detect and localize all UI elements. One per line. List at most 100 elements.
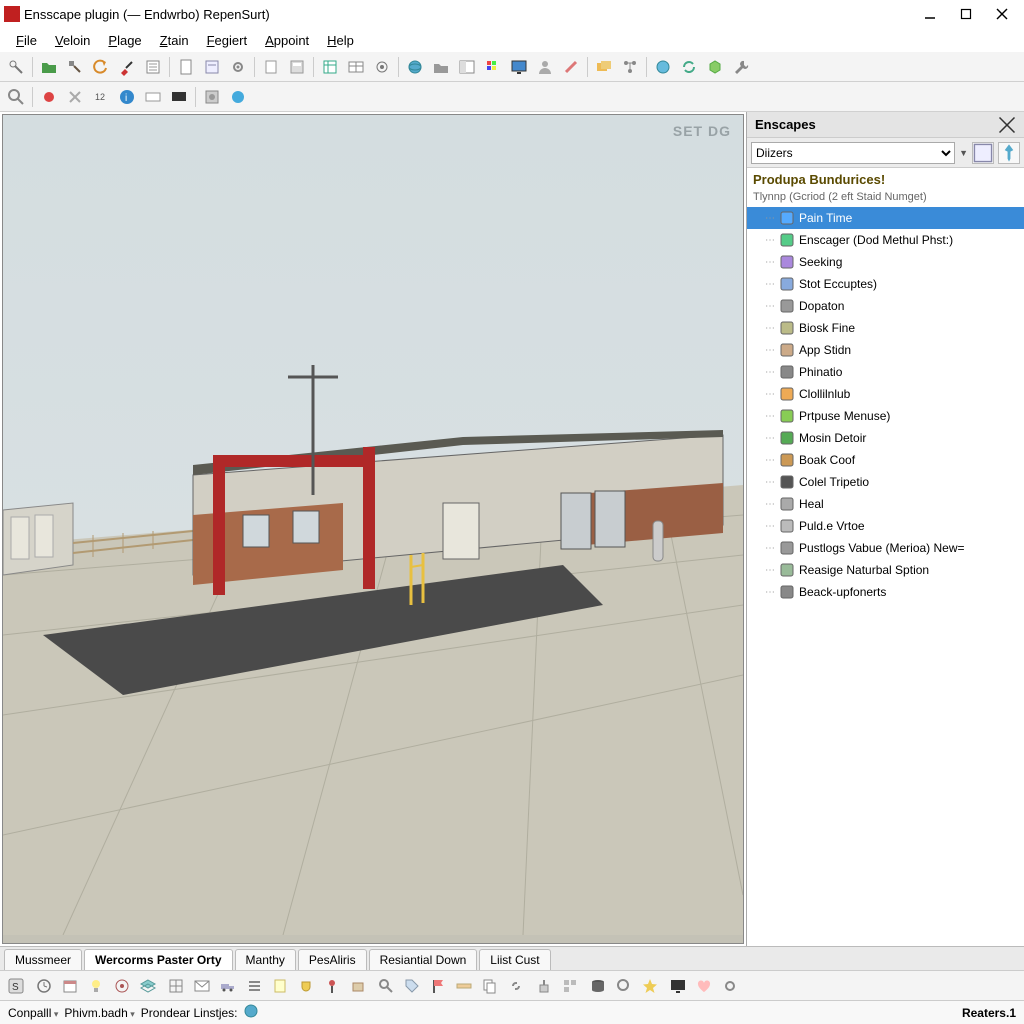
btool-grid-icon[interactable] xyxy=(164,974,188,998)
tool-web-icon[interactable] xyxy=(226,85,250,109)
btool-layers-icon[interactable] xyxy=(136,974,160,998)
btool-batch-icon[interactable] xyxy=(558,974,582,998)
tool-user-icon[interactable] xyxy=(533,55,557,79)
panel-dropdown[interactable]: Diizers xyxy=(751,142,955,164)
btool-s-icon[interactable]: S xyxy=(4,974,28,998)
menu-help[interactable]: Help xyxy=(319,31,362,50)
scene-tab[interactable]: Resiantial Down xyxy=(369,949,478,970)
tool-sync-icon[interactable] xyxy=(703,55,727,79)
tool-list-icon[interactable] xyxy=(141,55,165,79)
tool-record-icon[interactable] xyxy=(37,85,61,109)
status-globe-icon[interactable] xyxy=(244,1004,258,1021)
tree-item[interactable]: ⋯ Biosk Fine xyxy=(747,317,1024,339)
btool-cog-icon[interactable] xyxy=(718,974,742,998)
btool-zoom2-icon[interactable] xyxy=(612,974,636,998)
tool-template-icon[interactable] xyxy=(285,55,309,79)
tool-hammer-icon[interactable] xyxy=(63,55,87,79)
tree-item[interactable]: ⋯ Reasige Naturbal Sption xyxy=(747,559,1024,581)
tree-item[interactable]: ⋯ Beack-upfonerts xyxy=(747,581,1024,603)
btool-db-icon[interactable] xyxy=(586,974,610,998)
menu-file[interactable]: File xyxy=(8,31,45,50)
btool-star-icon[interactable] xyxy=(638,974,662,998)
tool-brush-icon[interactable] xyxy=(115,55,139,79)
tree-item[interactable]: ⋯ Pustlogs Vabue (Merioa) New= xyxy=(747,537,1024,559)
tool-card-icon[interactable] xyxy=(141,85,165,109)
btool-link-icon[interactable] xyxy=(504,974,528,998)
tool-diagram-icon[interactable] xyxy=(618,55,642,79)
btool-cal-icon[interactable] xyxy=(58,974,82,998)
tool-disk-icon[interactable] xyxy=(200,85,224,109)
tree-item[interactable]: ⋯ Clollilnlub xyxy=(747,383,1024,405)
tool-refresh-icon[interactable] xyxy=(677,55,701,79)
btool-tag-icon[interactable] xyxy=(400,974,424,998)
tree-item[interactable]: ⋯ Mosin Detoir xyxy=(747,427,1024,449)
tool-folder2-icon[interactable] xyxy=(429,55,453,79)
tool-screws-icon[interactable] xyxy=(63,85,87,109)
btool-monitor2-icon[interactable] xyxy=(666,974,690,998)
tree-item[interactable]: ⋯ Stot Eccuptes) xyxy=(747,273,1024,295)
tool-globe-icon[interactable] xyxy=(403,55,427,79)
tree-item[interactable]: ⋯ Seeking xyxy=(747,251,1024,273)
scene-tab[interactable]: PesAliris xyxy=(298,949,367,970)
tree-item[interactable]: ⋯ Dopaton xyxy=(747,295,1024,317)
btool-flag-icon[interactable] xyxy=(426,974,450,998)
tool-globe2-icon[interactable] xyxy=(651,55,675,79)
tool-folders-icon[interactable] xyxy=(592,55,616,79)
tree-item[interactable]: ⋯ Boak Coof xyxy=(747,449,1024,471)
tree-item[interactable]: ⋯ Pain Time xyxy=(747,207,1024,229)
scene-tab[interactable]: Mussmeer xyxy=(4,949,82,970)
tool-page-icon[interactable] xyxy=(259,55,283,79)
panel-btn-pin-icon[interactable] xyxy=(998,142,1020,164)
tree-item[interactable]: ⋯ Phinatio xyxy=(747,361,1024,383)
minimize-button[interactable] xyxy=(912,2,948,26)
tree-item[interactable]: ⋯ Puld.e Vrtoe xyxy=(747,515,1024,537)
tool-table-icon[interactable] xyxy=(344,55,368,79)
3d-viewport[interactable]: SET DG xyxy=(2,114,744,944)
btool-cup-icon[interactable] xyxy=(294,974,318,998)
btool-pin-icon[interactable] xyxy=(320,974,344,998)
tool-doc-icon[interactable] xyxy=(174,55,198,79)
tool-open-icon[interactable] xyxy=(37,55,61,79)
btool-note-icon[interactable] xyxy=(268,974,292,998)
scene-tab[interactable]: Manthy xyxy=(235,949,296,970)
status-field-1[interactable]: Conpalll xyxy=(8,1006,58,1020)
tool-settings-icon[interactable] xyxy=(370,55,394,79)
btool-box-icon[interactable] xyxy=(346,974,370,998)
tree-item[interactable]: ⋯ App Stidn xyxy=(747,339,1024,361)
menu-ztain[interactable]: Ztain xyxy=(152,31,197,50)
btool-ruler-icon[interactable] xyxy=(452,974,476,998)
tool-undo-icon[interactable] xyxy=(89,55,113,79)
btool-station-icon[interactable] xyxy=(532,974,556,998)
tool-palette-icon[interactable] xyxy=(481,55,505,79)
btool-zoom-icon[interactable] xyxy=(374,974,398,998)
scene-tab[interactable]: Wercorms Paster Orty xyxy=(84,949,233,970)
menu-appoint[interactable]: Appoint xyxy=(257,31,317,50)
btool-target-icon[interactable] xyxy=(110,974,134,998)
btool-heart-icon[interactable] xyxy=(692,974,716,998)
tool-sheet-icon[interactable] xyxy=(318,55,342,79)
tree-item[interactable]: ⋯ Prtpuse Menuse) xyxy=(747,405,1024,427)
menu-fegiert[interactable]: Fegiert xyxy=(199,31,255,50)
panel-close-button[interactable] xyxy=(998,116,1016,134)
tree-item[interactable]: ⋯ Colel Tripetio xyxy=(747,471,1024,493)
dropdown-extra-icon[interactable]: ▼ xyxy=(959,148,968,158)
scene-tab[interactable]: Liist Cust xyxy=(479,949,550,970)
tool-key-icon[interactable] xyxy=(4,55,28,79)
btool-clock-icon[interactable] xyxy=(32,974,56,998)
panel-btn-view-icon[interactable] xyxy=(972,142,994,164)
menu-veloin[interactable]: Veloin xyxy=(47,31,98,50)
status-field-2[interactable]: Phivm.badh xyxy=(64,1006,134,1020)
tool-screen-icon[interactable] xyxy=(167,85,191,109)
tool-layout-icon[interactable] xyxy=(455,55,479,79)
tool-wrench-icon[interactable] xyxy=(729,55,753,79)
btool-list-icon[interactable] xyxy=(242,974,266,998)
tool-gear-icon[interactable] xyxy=(226,55,250,79)
btool-truck-icon[interactable] xyxy=(216,974,240,998)
tree-item[interactable]: ⋯ Heal xyxy=(747,493,1024,515)
tree-item[interactable]: ⋯ Enscager (Dod Methul Phst:) xyxy=(747,229,1024,251)
tool-numbers-icon[interactable]: 12 xyxy=(89,85,113,109)
btool-copy-icon[interactable] xyxy=(478,974,502,998)
btool-light-icon[interactable] xyxy=(84,974,108,998)
tool-monitor-icon[interactable] xyxy=(507,55,531,79)
tool-form-icon[interactable] xyxy=(200,55,224,79)
